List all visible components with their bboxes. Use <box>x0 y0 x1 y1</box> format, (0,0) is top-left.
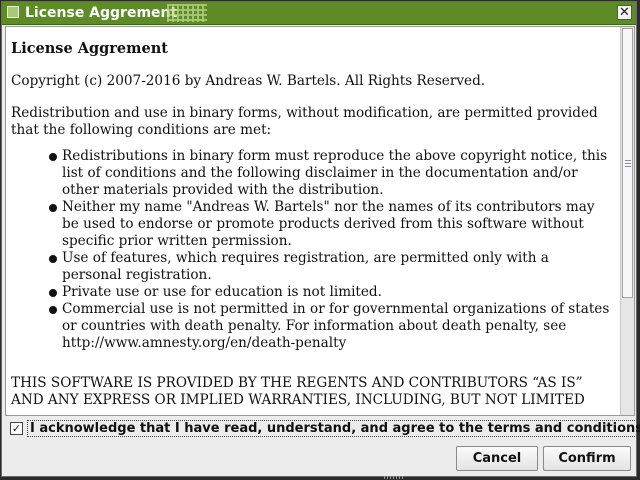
scrollbar-thumb[interactable] <box>622 28 633 298</box>
list-item: Private use or use for education is not … <box>49 284 611 301</box>
condition-text: Private use or use for education is not … <box>62 284 382 300</box>
document-heading: License Aggrement <box>11 40 168 57</box>
agree-label[interactable]: I acknowledge that I have read, understa… <box>27 420 640 437</box>
copyright-line: Copyright (c) 2007-2016 by Andreas W. Ba… <box>11 73 486 89</box>
bullet-icon <box>49 289 57 297</box>
list-item: Redistributions in binary form must repr… <box>49 148 611 199</box>
grip-icon <box>625 160 631 167</box>
window-app-icon <box>7 6 19 18</box>
bullet-icon <box>49 255 57 263</box>
window-title: License Aggrement <box>25 5 178 21</box>
title-bar[interactable]: License Aggrement ✕ <box>2 2 636 25</box>
agree-checkbox[interactable]: ✓ <box>10 422 23 435</box>
disclaimer-paragraph: THIS SOFTWARE IS PROVIDED BY THE REGENTS… <box>11 375 585 408</box>
title-grip-pattern <box>167 4 207 22</box>
list-item: Neither my name "Andreas W. Bartels" nor… <box>49 199 611 250</box>
list-item: Use of features, which requires registra… <box>49 250 611 284</box>
bullet-icon <box>49 204 57 212</box>
condition-text: Commercial use is not permitted in or fo… <box>62 301 610 351</box>
resize-grip-icon[interactable] <box>384 476 404 479</box>
condition-text: Redistributions in binary form must repr… <box>62 148 608 198</box>
agreement-row[interactable]: ✓ I acknowledge that I have read, unders… <box>10 420 640 438</box>
cancel-button[interactable]: Cancel <box>456 446 538 471</box>
close-icon[interactable]: ✕ <box>617 5 632 20</box>
condition-text: Neither my name "Andreas W. Bartels" nor… <box>62 199 595 249</box>
list-item: Commercial use is not permitted in or fo… <box>49 301 611 352</box>
license-document: License Aggrement Copyright (c) 2007-201… <box>11 27 611 409</box>
bullet-icon <box>49 306 57 314</box>
conditions-list: Redistributions in binary form must repr… <box>11 148 611 352</box>
confirm-button[interactable]: Confirm <box>543 446 631 471</box>
vertical-scrollbar[interactable] <box>620 27 634 415</box>
license-dialog: License Aggrement ✕ License Aggrement Co… <box>1 1 640 477</box>
license-text-area[interactable]: License Aggrement Copyright (c) 2007-201… <box>5 26 635 416</box>
intro-paragraph: Redistribution and use in binary forms, … <box>11 105 598 138</box>
bullet-icon <box>49 153 57 161</box>
condition-text: Use of features, which requires registra… <box>62 250 549 283</box>
